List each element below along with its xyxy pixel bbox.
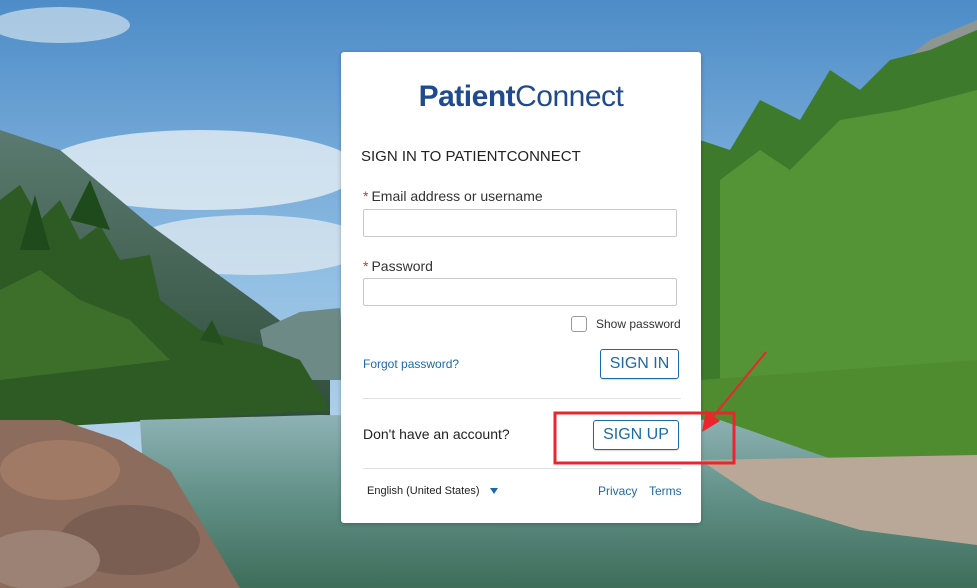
password-label-text: Password	[371, 258, 433, 274]
email-label-text: Email address or username	[371, 188, 543, 204]
no-account-prompt: Don't have an account?	[363, 426, 510, 442]
divider	[363, 398, 681, 399]
forgot-password-link[interactable]: Forgot password?	[363, 357, 459, 371]
language-selector[interactable]: English (United States)	[367, 485, 498, 497]
show-password-label: Show password	[596, 317, 681, 331]
caret-down-icon	[489, 488, 498, 494]
logo-text-patient: Patient	[418, 80, 516, 113]
patientconnect-logo: PatientConnect	[341, 80, 701, 114]
terms-link[interactable]: Terms	[649, 484, 682, 498]
required-marker: *	[363, 258, 369, 274]
language-label: English (United States)	[367, 485, 480, 497]
divider	[363, 468, 681, 469]
privacy-link[interactable]: Privacy	[598, 484, 637, 498]
sign-in-button[interactable]: SIGN IN	[600, 349, 679, 379]
login-card: PatientConnect SIGN IN TO PATIENTCONNECT…	[341, 52, 701, 523]
password-field[interactable]	[363, 278, 677, 306]
show-password-toggle[interactable]: Show password	[571, 315, 681, 333]
page-title: SIGN IN TO PATIENTCONNECT	[361, 148, 581, 165]
required-marker: *	[363, 188, 369, 204]
password-label: * Password	[363, 258, 433, 274]
sign-up-button[interactable]: SIGN UP	[593, 420, 679, 450]
email-label: * Email address or username	[363, 188, 543, 204]
email-field[interactable]	[363, 209, 677, 237]
show-password-checkbox[interactable]	[571, 316, 587, 332]
logo-text-connect: Connect	[515, 80, 624, 113]
